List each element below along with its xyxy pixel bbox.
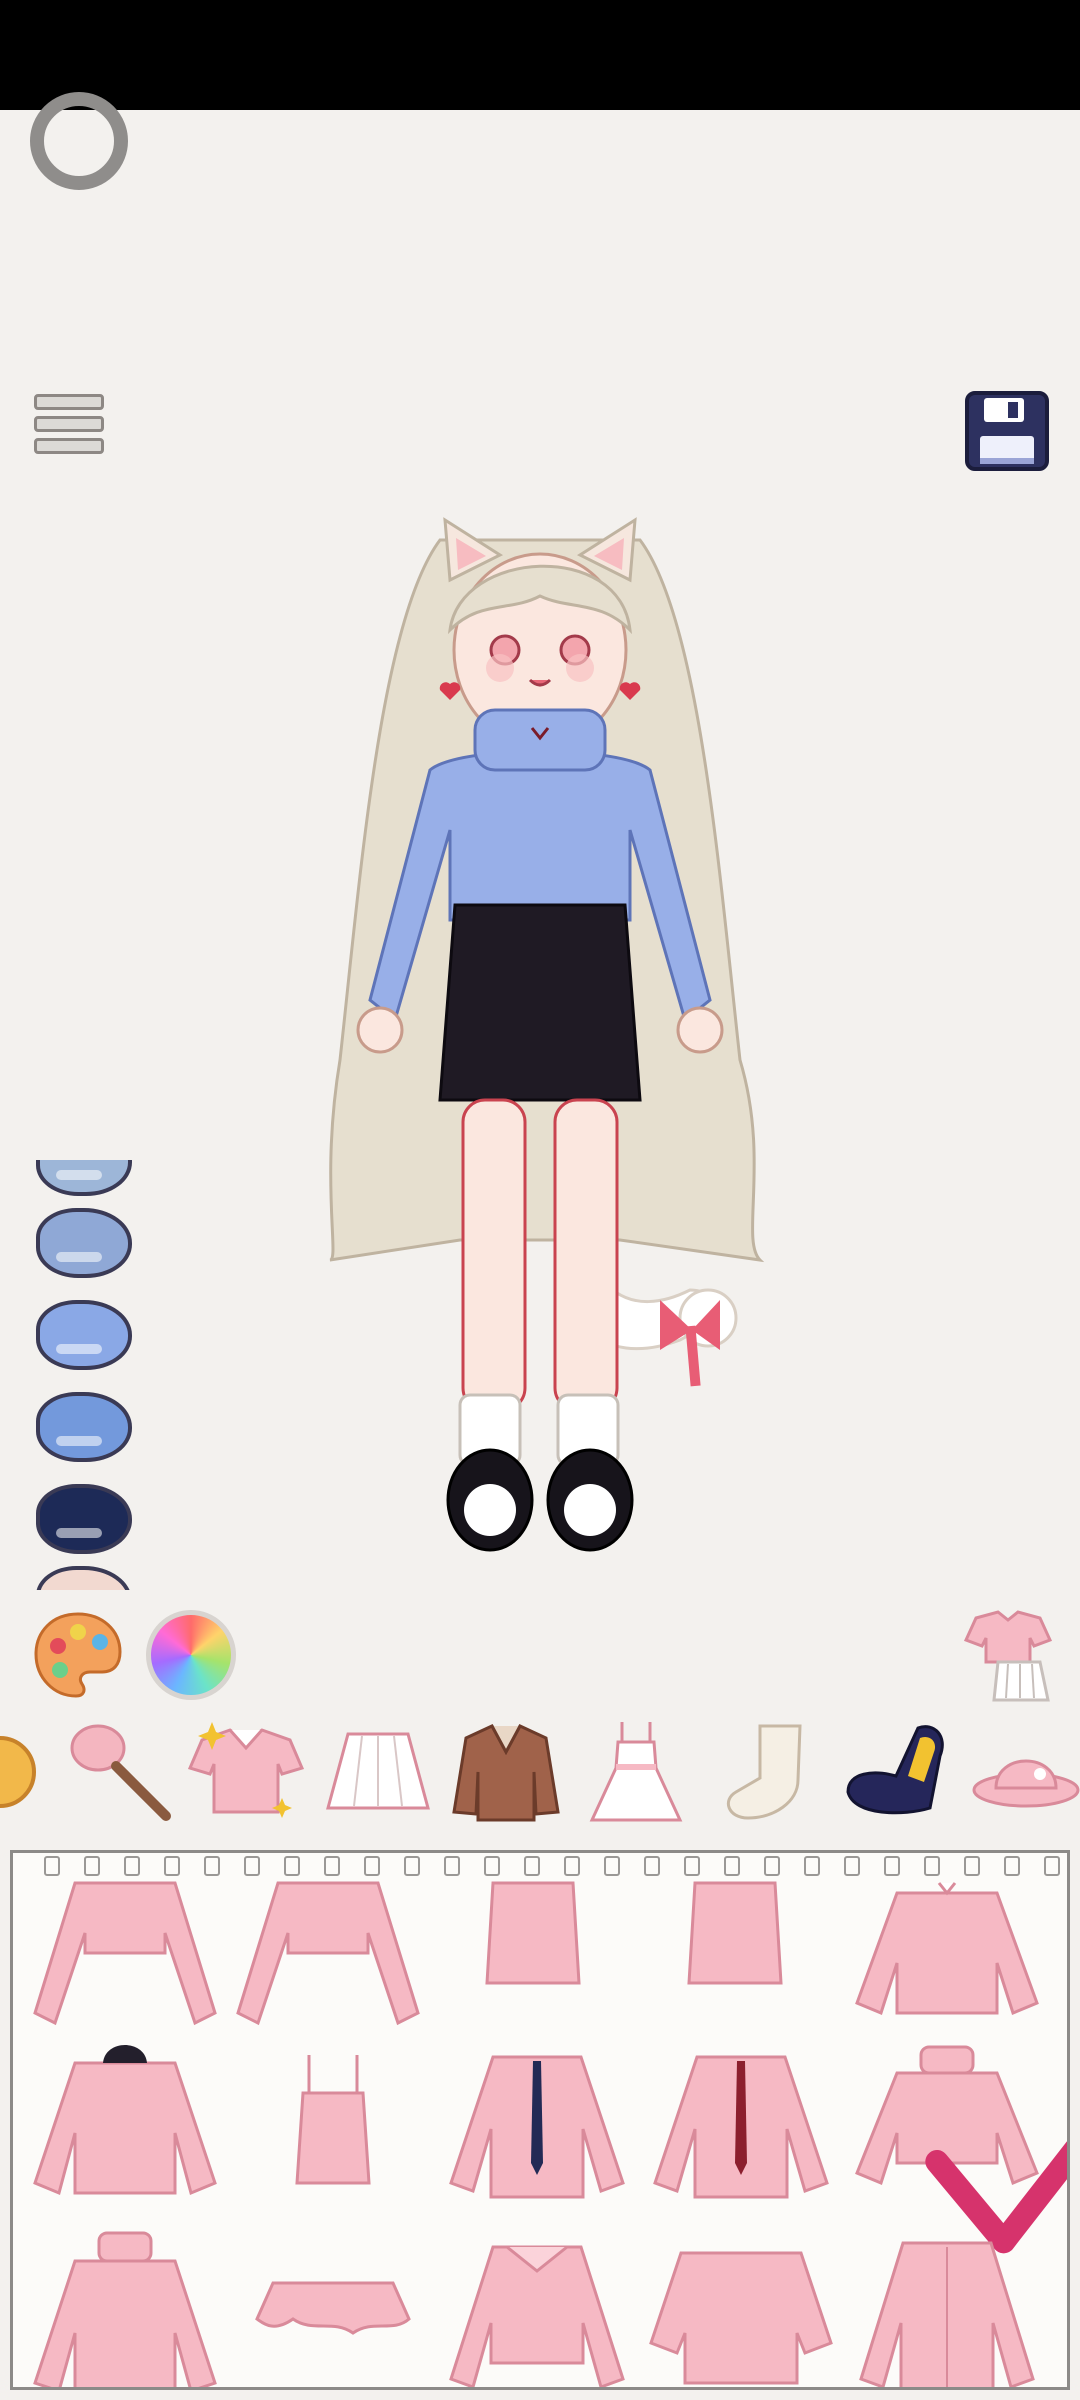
- orb-icon: [0, 1736, 36, 1808]
- swatch-3[interactable]: [36, 1392, 132, 1462]
- shirt-icon: [187, 1722, 305, 1818]
- category-tops[interactable]: [186, 1712, 306, 1832]
- item-wide-tee[interactable]: [641, 2223, 841, 2387]
- swatch-5[interactable]: [36, 1566, 132, 1590]
- tube-top-icon: [485, 1881, 581, 1985]
- floppy-disk-icon: [965, 391, 1049, 471]
- shoe-icon: [846, 1725, 944, 1815]
- item-turtleneck-sweater[interactable]: [25, 2223, 225, 2387]
- menu-bar-3: [34, 438, 104, 454]
- palette-button[interactable]: [32, 1608, 124, 1700]
- save-button[interactable]: [964, 390, 1050, 472]
- turtleneck-sweater-icon: [33, 2231, 217, 2387]
- category-hats[interactable]: [966, 1712, 1080, 1832]
- item-bow-sweater[interactable]: [847, 1873, 1047, 2053]
- hoodie-icon: [33, 2045, 217, 2196]
- item-hoodie[interactable]: [25, 2033, 225, 2213]
- camisole-icon: [295, 2055, 371, 2185]
- item-collar-blouse[interactable]: [437, 2223, 637, 2387]
- menu-bar-2: [34, 416, 104, 432]
- tube-top-icon: [687, 1881, 783, 1985]
- palette-icon: [34, 1612, 122, 1698]
- item-ruffle-crop[interactable]: [233, 2223, 433, 2387]
- color-swatch-list[interactable]: [30, 1160, 140, 1590]
- makeup-brush-icon: [70, 1724, 171, 1821]
- category-jackets[interactable]: [446, 1712, 566, 1832]
- swatch-2[interactable]: [36, 1300, 132, 1370]
- item-long-sleeve-crop-2[interactable]: [228, 1873, 428, 2053]
- outfit-preview-icon: [963, 1610, 1053, 1702]
- color-wheel-button[interactable]: [146, 1610, 236, 1700]
- item-shirt-navy-tie[interactable]: [437, 2033, 637, 2213]
- item-button-shirt[interactable]: [847, 2223, 1047, 2387]
- sock-icon: [726, 1724, 802, 1820]
- category-accessory-circle[interactable]: [0, 1712, 60, 1832]
- jacket-icon: [452, 1724, 560, 1822]
- category-bar[interactable]: [0, 1712, 1080, 1832]
- swatch-0[interactable]: [36, 1160, 132, 1196]
- category-skirts[interactable]: [318, 1712, 438, 1832]
- shirt-tie-icon: [449, 2055, 625, 2199]
- loading-ring-icon: [30, 92, 128, 190]
- item-grid-panel[interactable]: [10, 1850, 1070, 2390]
- shirt-tie-icon: [653, 2055, 829, 2199]
- button-shirt-icon: [859, 2241, 1035, 2387]
- category-dresses[interactable]: [576, 1712, 696, 1832]
- category-socks[interactable]: [704, 1712, 824, 1832]
- item-shirt-red-tie[interactable]: [641, 2033, 841, 2213]
- collar-blouse-icon: [449, 2245, 625, 2387]
- ruffle-crop-icon: [255, 2281, 411, 2335]
- menu-button[interactable]: [34, 392, 108, 460]
- item-long-sleeve-crop-1[interactable]: [25, 1873, 225, 2053]
- dress-icon: [589, 1722, 683, 1822]
- category-shoes[interactable]: [834, 1712, 954, 1832]
- item-tube-top-1[interactable]: [433, 1873, 633, 2053]
- skirt-icon: [326, 1732, 430, 1810]
- item-camisole[interactable]: [233, 2033, 433, 2213]
- wide-tee-icon: [649, 2251, 833, 2385]
- long-sleeve-crop-icon: [236, 1881, 420, 2026]
- swatch-4[interactable]: [36, 1484, 132, 1554]
- bow-sweater-icon: [855, 1882, 1039, 2016]
- status-bar: [0, 0, 1080, 110]
- category-makeup[interactable]: [58, 1712, 178, 1832]
- avatar-character: [300, 500, 780, 1600]
- hat-icon: [972, 1759, 1080, 1808]
- item-tube-top-2[interactable]: [635, 1873, 835, 2053]
- character-illustration: [329, 517, 765, 1552]
- outfit-preview-button[interactable]: [958, 1604, 1058, 1704]
- menu-bar-1: [34, 394, 104, 410]
- swatch-1[interactable]: [36, 1208, 132, 1278]
- item-turtleneck-crop-selected[interactable]: [847, 2033, 1067, 2254]
- long-sleeve-crop-icon: [33, 1881, 217, 2026]
